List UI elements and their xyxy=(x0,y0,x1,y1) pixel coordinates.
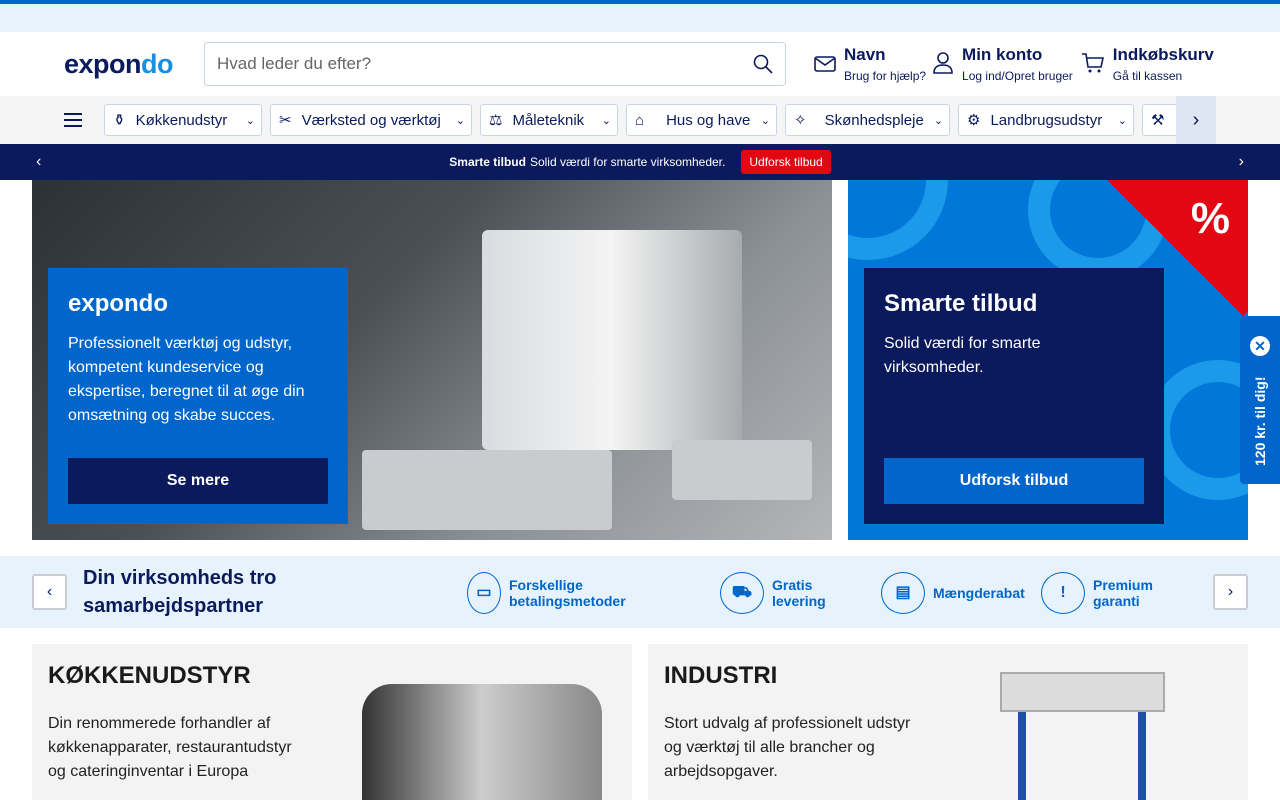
chevron-down-icon: ⌄ xyxy=(455,114,465,127)
category-icon: ✧ xyxy=(794,112,807,129)
mail-icon xyxy=(814,56,836,72)
discount-tab[interactable]: ✕ 120 kr. til dig! xyxy=(1240,316,1280,484)
deals-textbox: Smarte tilbud Solid værdi for smarte vir… xyxy=(864,268,1164,524)
card-text: Din renommerede forhandler af køkkenappa… xyxy=(48,715,292,780)
usp-next-button[interactable]: › xyxy=(1213,574,1248,610)
table-leg xyxy=(1138,712,1146,800)
usp-title: Din virksomheds tro samarbejdspartner xyxy=(83,567,277,617)
logo[interactable]: expondo xyxy=(64,49,204,80)
promo-cta-button[interactable]: Udforsk tilbud xyxy=(741,150,831,174)
percent-badge: % xyxy=(1190,194,1230,243)
category-skonhedspleje[interactable]: ✧ Skønhedspleje ⌄ xyxy=(785,104,950,136)
card-text: Stort udvalg af professionelt udstyr og … xyxy=(664,715,911,780)
usp-item: ▭ Forskellige betalingsmetoder xyxy=(467,572,657,614)
category-vaerksted[interactable]: ✂ Værksted og værktøj ⌄ xyxy=(270,104,472,136)
usp-bar: ‹ Din virksomheds tro samarbejdspartner … xyxy=(0,556,1280,628)
category-icon: ⚖ xyxy=(489,112,503,129)
promo-next-button[interactable]: › xyxy=(1239,153,1244,171)
usp-item: ▤ Mængderabat xyxy=(881,572,1025,614)
category-icon: ⚙ xyxy=(967,112,981,129)
payment-card-icon: ▭ xyxy=(467,572,501,614)
category-icon: ⚱ xyxy=(113,112,126,129)
hero-product-image xyxy=(482,230,742,450)
document-icon: ▤ xyxy=(881,572,925,614)
nav-next-button[interactable]: › xyxy=(1176,96,1216,144)
chevron-down-icon: ⌄ xyxy=(760,114,770,127)
promo-banner: ‹ Smarte tilbud Solid værdi for smarte vi… xyxy=(0,144,1280,180)
see-more-button[interactable]: Se mere xyxy=(68,458,328,504)
category-icon: ✂ xyxy=(279,112,292,129)
search-icon[interactable] xyxy=(753,54,773,74)
cart-link[interactable]: Indkøbskurv Gå til kassen xyxy=(1081,45,1214,83)
category-hus-og-have[interactable]: ⌂ Hus og have ⌄ xyxy=(626,104,777,136)
deals-banner: % Smarte tilbud Solid værdi for smarte v… xyxy=(848,180,1248,540)
deals-text: Solid værdi for smarte virksomheder. xyxy=(884,335,1041,376)
usp-item: ! Premium garanti xyxy=(1041,572,1171,614)
hero-title: expondo xyxy=(68,290,168,317)
category-icon: ⚒ xyxy=(1151,112,1165,129)
hero-tray-image xyxy=(672,440,812,500)
category-nav: ⚱ Køkkenudstyr ⌄ ✂ Værksted og værktøj ⌄ ⚖ Må… xyxy=(0,96,1280,144)
category-card-kitchen[interactable]: KØKKENUDSTYR Din renommerede forhandler … xyxy=(32,644,632,800)
chevron-down-icon: ⌄ xyxy=(1117,114,1127,127)
hero-text: Professionelt værktøj og udstyr, kompete… xyxy=(68,335,305,424)
search-input[interactable]: Hvad leder du efter? xyxy=(204,42,786,86)
usp-prev-button[interactable]: ‹ xyxy=(32,574,67,610)
close-icon[interactable]: ✕ xyxy=(1250,336,1270,356)
promo-prev-button[interactable]: ‹ xyxy=(36,153,41,171)
chevron-down-icon: ⌄ xyxy=(601,114,611,127)
chevron-down-icon: ⌄ xyxy=(933,114,944,127)
hero-textbox: expondo Professionelt værktøj og udstyr,… xyxy=(48,268,348,524)
hero-banner: expondo Professionelt værktøj og udstyr,… xyxy=(32,180,832,540)
category-landbrugsudstyr[interactable]: ⚙ Landbrugsudstyr ⌄ xyxy=(958,104,1134,136)
header: expondo Hvad leder du efter? Navn Brug fo… xyxy=(0,32,1280,96)
table-leg xyxy=(1018,712,1026,800)
chevron-right-icon: › xyxy=(1192,108,1200,131)
hero-tray-image xyxy=(362,450,612,530)
contact-link[interactable]: Navn Brug for hjælp? xyxy=(814,45,926,83)
user-icon xyxy=(933,52,953,74)
explore-deals-button[interactable]: Udforsk tilbud xyxy=(884,458,1144,504)
category-maleteknik[interactable]: ⚖ Måleteknik ⌄ xyxy=(480,104,618,136)
category-kokkenudstyr[interactable]: ⚱ Køkkenudstyr ⌄ xyxy=(104,104,262,136)
industry-product-image xyxy=(1000,672,1165,712)
delivery-icon: ⛟ xyxy=(720,572,764,614)
category-card-industry[interactable]: INDUSTRI Stort udvalg af professionelt u… xyxy=(648,644,1248,800)
deals-title: Smarte tilbud xyxy=(884,290,1038,317)
menu-icon[interactable] xyxy=(64,109,82,131)
warranty-icon: ! xyxy=(1041,572,1085,614)
decor-circle xyxy=(848,180,948,260)
kitchen-product-image xyxy=(362,684,602,800)
category-icon: ⌂ xyxy=(635,111,645,129)
cart-icon xyxy=(1081,53,1104,73)
account-link[interactable]: Min konto Log ind/Opret bruger xyxy=(932,45,1073,83)
usp-item: ⛟ Gratis levering xyxy=(720,572,840,614)
info-strip xyxy=(0,4,1280,32)
chevron-down-icon: ⌄ xyxy=(245,114,255,127)
